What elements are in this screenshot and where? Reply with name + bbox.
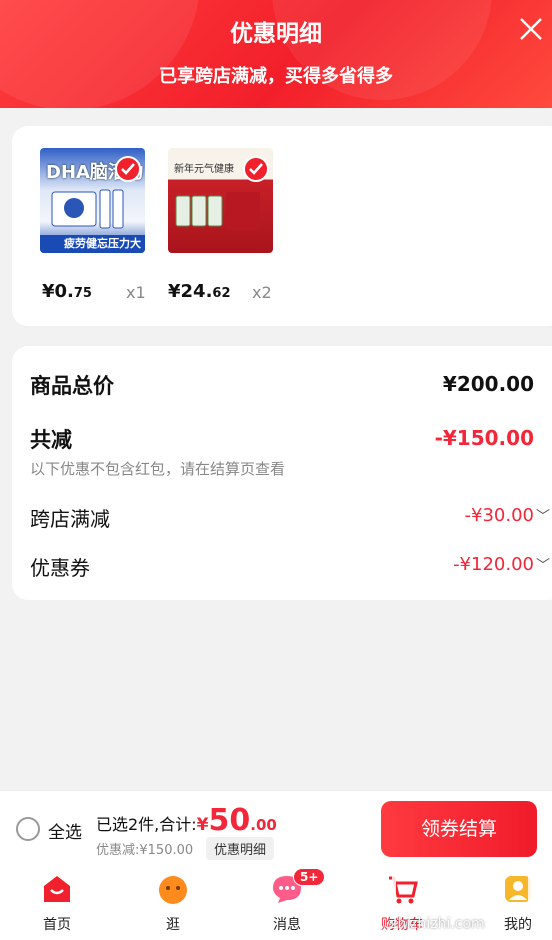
selected-check-icon	[243, 156, 269, 182]
select-all-label[interactable]: 全选	[48, 818, 82, 843]
tab-messages[interactable]: 5+ 消息	[247, 868, 327, 934]
product-packaging-icon	[51, 189, 124, 229]
product-image-text: 新年元气健康	[174, 164, 234, 175]
product-quantity: x2	[252, 283, 272, 302]
cross-store-discount-label: 跨店满减	[30, 507, 110, 531]
selected-summary: 已选2件,合计:¥50.00	[96, 803, 277, 838]
close-icon	[520, 18, 542, 40]
tab-home[interactable]: 首页	[17, 872, 97, 934]
chevron-down-icon: ﹀	[536, 509, 550, 525]
total-price-value: ¥200.00	[442, 372, 534, 396]
discount-amount: 优惠减:¥150.00	[96, 843, 194, 858]
product-quantity: x1	[126, 283, 146, 302]
chevron-down-icon: ﹀	[536, 558, 550, 574]
tab-stroll[interactable]: 逛	[133, 872, 213, 934]
products-card: DHA脑活力 疲劳健忘压力大 ¥0.75 x1 新年元气健康 ¥24.62 x2	[12, 126, 552, 326]
product-image[interactable]: 新年元气健康	[168, 148, 273, 253]
product-price: ¥24.62	[168, 281, 231, 302]
product-image-caption: 疲劳健忘压力大	[40, 235, 145, 253]
product-image[interactable]: DHA脑活力 疲劳健忘压力大	[40, 148, 145, 253]
checkout-button[interactable]: 领券结算	[381, 801, 537, 857]
home-icon	[44, 876, 70, 902]
coupon-label: 优惠券	[30, 556, 90, 580]
watermark-logo-icon	[392, 868, 532, 912]
discount-detail-button[interactable]: 优惠明细	[206, 837, 275, 860]
page-title: 优惠明细	[230, 21, 322, 47]
select-all-radio[interactable]	[16, 817, 40, 841]
watermark-text: zhizhizhi.com	[390, 916, 485, 932]
watermark: zhizhizhi.com	[380, 862, 552, 940]
close-button[interactable]	[514, 12, 548, 46]
selected-check-icon	[115, 156, 141, 182]
product-item[interactable]: DHA脑活力 疲劳健忘压力大	[40, 148, 150, 253]
stroll-icon	[159, 876, 187, 904]
coupon-value[interactable]: -¥120.00 ﹀	[453, 554, 550, 575]
page-subtitle: 已享跨店满减，买得多省得多	[159, 66, 393, 87]
header: 优惠明细 已享跨店满减，买得多省得多	[0, 0, 552, 108]
message-badge: 5+	[293, 868, 326, 886]
product-item[interactable]: 新年元气健康	[168, 148, 278, 253]
discount-note: 以下优惠不包含红包，请在结算页查看	[30, 460, 286, 478]
product-price: ¥0.75	[42, 281, 92, 302]
gift-box-icon	[175, 192, 260, 230]
price-summary-card: 商品总价 ¥200.00 共减 -¥150.00 以下优惠不包含红包，请在结算页…	[12, 346, 552, 600]
total-price-label: 商品总价	[30, 374, 114, 398]
total-amount: 50	[208, 803, 251, 838]
total-reduction-value: -¥150.00	[434, 426, 534, 450]
checkout-bar: 全选 已选2件,合计:¥50.00 优惠减:¥150.00 优惠明细 领券结算	[0, 790, 552, 864]
cross-store-discount-value[interactable]: -¥30.00 ﹀	[465, 505, 550, 526]
total-reduction-label: 共减	[30, 428, 72, 452]
